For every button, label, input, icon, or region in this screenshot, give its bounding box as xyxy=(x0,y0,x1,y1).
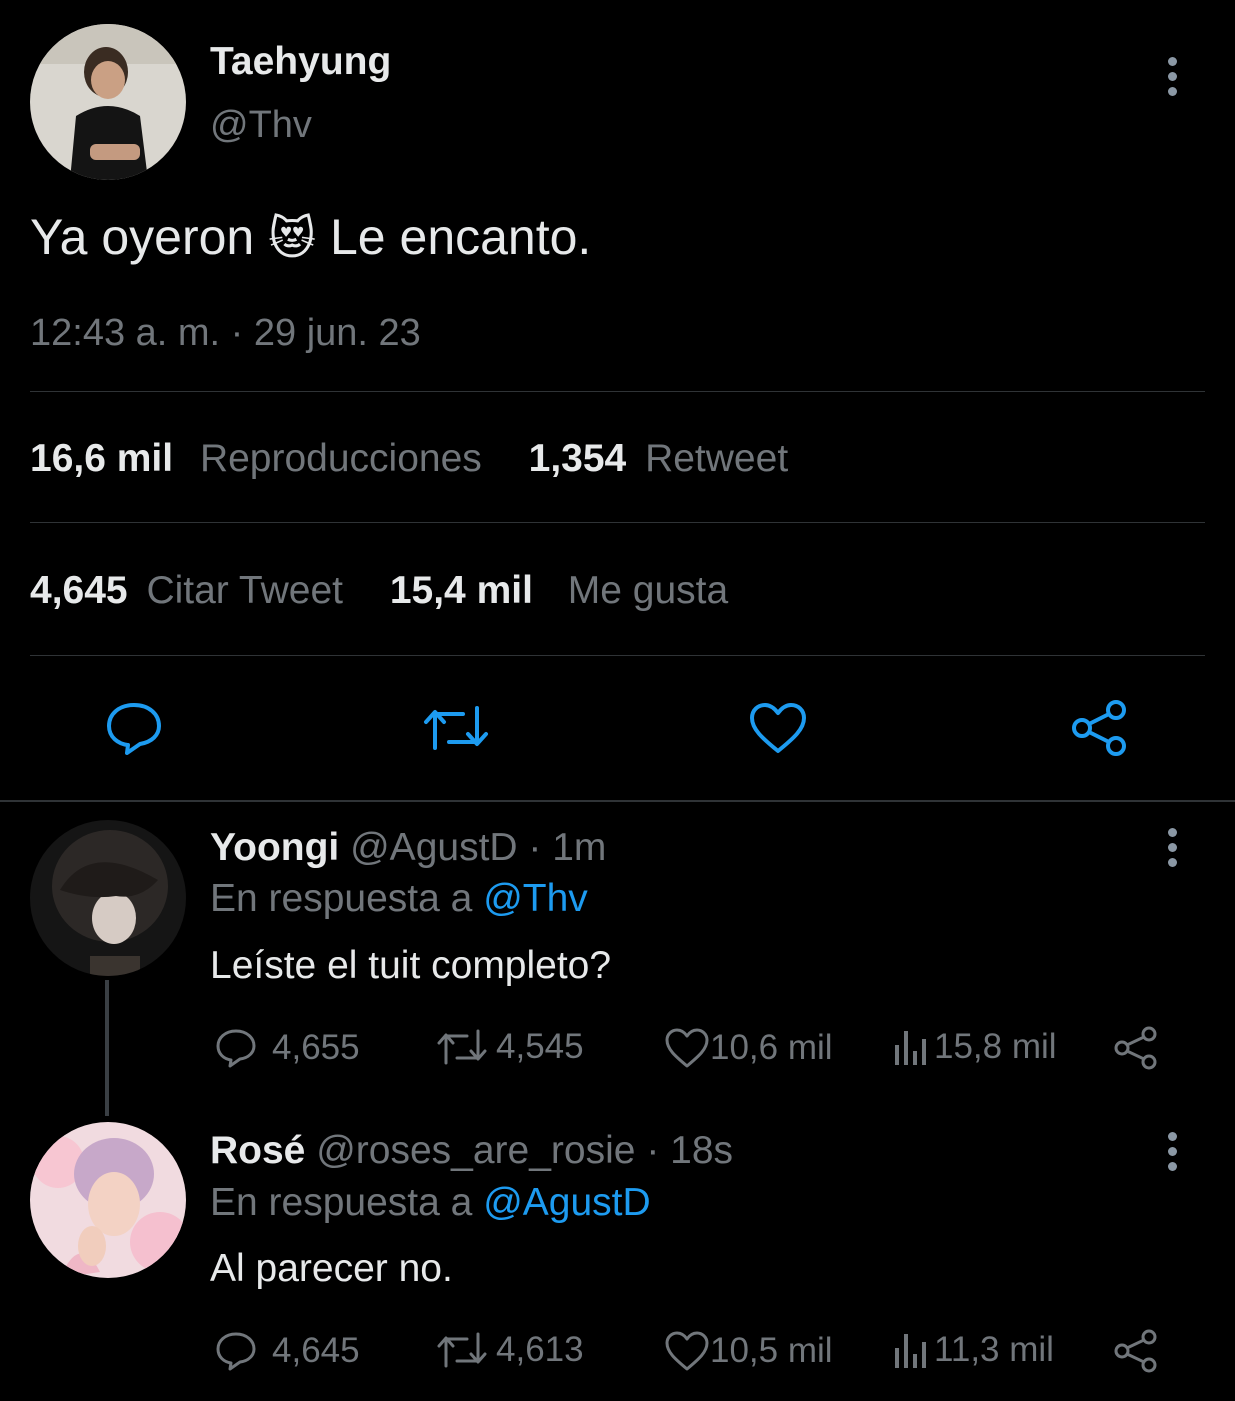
likes-stat[interactable]: 15,4 mil Me gusta xyxy=(390,569,728,612)
reply-icon xyxy=(216,1029,256,1068)
reply-action-retweet[interactable]: 4,613 xyxy=(436,1330,584,1370)
like-icon[interactable] xyxy=(748,701,808,755)
reply-text: Leíste el tuit completo? xyxy=(210,944,612,987)
stats-row-quotes-likes: 4,645 Citar Tweet 15,4 mil Me gusta xyxy=(30,569,728,613)
reply-count: 4,645 xyxy=(272,1331,360,1370)
reply-time[interactable]: · 1m xyxy=(528,826,606,869)
likes-count: 15,4 mil xyxy=(389,569,533,612)
reply-action-views[interactable]: 15,8 mil xyxy=(892,1027,1057,1067)
retweet-icon[interactable] xyxy=(423,702,489,754)
like-icon xyxy=(665,1331,709,1371)
reply-count: 4,655 xyxy=(272,1028,360,1067)
views-icon xyxy=(895,1031,926,1065)
view-count: 15,8 mil xyxy=(934,1027,1057,1066)
more-options-icon[interactable] xyxy=(1166,57,1178,102)
reply-author-handle[interactable]: @AgustD xyxy=(350,826,517,869)
author-avatar[interactable] xyxy=(30,24,186,180)
retweets-count: 1,354 xyxy=(528,437,627,480)
tweet-text-after: Le encanto. xyxy=(330,209,592,265)
heart-eyes-cat-emoji: 😻 xyxy=(268,212,317,264)
in-reply-prefix: En respuesta a xyxy=(210,877,473,920)
views-count: 16,6 mil xyxy=(30,437,174,480)
quotes-stat[interactable]: 4,645 Citar Tweet xyxy=(30,569,354,612)
reply-action-retweet[interactable]: 4,545 xyxy=(436,1027,584,1067)
retweet-icon xyxy=(437,1029,487,1065)
more-options-icon[interactable] xyxy=(1166,828,1178,873)
in-reply-handle[interactable]: @Thv xyxy=(483,877,588,920)
tweet-timestamp[interactable]: 12:43 a. m. · 29 jun. 23 xyxy=(30,312,421,355)
stats-row-views-retweets: 16,6 mil Reproducciones 1,354 Retweet xyxy=(30,437,788,481)
reply-action-reply[interactable]: 4,655 xyxy=(214,1027,360,1069)
reply-icon xyxy=(216,1332,256,1371)
reply-avatar-yoongi[interactable] xyxy=(30,820,186,976)
in-reply-prefix: En respuesta a xyxy=(210,1181,473,1224)
in-reply-to: En respuesta a @Thv xyxy=(210,877,588,921)
in-reply-handle[interactable]: @AgustD xyxy=(483,1181,650,1224)
share-icon[interactable] xyxy=(1112,1327,1160,1375)
reply-author-name[interactable]: Yoongi xyxy=(210,826,339,869)
author-handle[interactable]: @Thv xyxy=(210,104,312,147)
reply-action-like[interactable]: 10,5 mil xyxy=(664,1330,833,1372)
tweet-text: Ya oyeron 😻 Le encanto. xyxy=(30,208,591,266)
views-label: Reproducciones xyxy=(199,437,482,480)
share-icon[interactable] xyxy=(1070,698,1130,758)
view-count: 11,3 mil xyxy=(934,1330,1054,1369)
reply-action-reply[interactable]: 4,645 xyxy=(214,1330,360,1372)
reply-icon[interactable] xyxy=(104,700,164,756)
reply-author-handle[interactable]: @roses_are_rosie xyxy=(316,1129,635,1172)
more-options-icon[interactable] xyxy=(1166,1132,1178,1177)
in-reply-to: En respuesta a @AgustD xyxy=(210,1181,651,1225)
share-icon[interactable] xyxy=(1112,1024,1160,1072)
thread-line xyxy=(105,980,109,1116)
reply-action-like[interactable]: 10,6 mil xyxy=(664,1027,833,1069)
reply-action-views[interactable]: 11,3 mil xyxy=(892,1330,1054,1370)
retweets-label: Retweet xyxy=(645,437,789,480)
like-icon xyxy=(665,1028,709,1068)
divider xyxy=(30,391,1205,392)
reply-text: Al parecer no. xyxy=(210,1247,453,1290)
reply-author-name[interactable]: Rosé xyxy=(210,1129,305,1172)
divider xyxy=(30,522,1205,523)
quotes-label: Citar Tweet xyxy=(146,569,343,612)
retweets-stat[interactable]: 1,354 Retweet xyxy=(529,437,789,480)
tweet-text-before: Ya oyeron xyxy=(30,209,255,265)
section-divider xyxy=(0,800,1235,802)
author-name[interactable]: Taehyung xyxy=(210,40,391,84)
reply-header: Rosé @roses_are_rosie · 18s xyxy=(210,1129,733,1173)
reply-time[interactable]: · 18s xyxy=(646,1129,733,1172)
quotes-count: 4,645 xyxy=(30,569,128,612)
reply-avatar-rose[interactable] xyxy=(30,1122,186,1278)
retweet-count: 4,545 xyxy=(496,1027,584,1066)
like-count: 10,6 mil xyxy=(710,1028,833,1067)
likes-label: Me gusta xyxy=(567,569,729,612)
views-icon xyxy=(895,1334,926,1368)
reply-header: Yoongi @AgustD · 1m xyxy=(210,826,606,870)
divider xyxy=(30,655,1205,656)
views-stat[interactable]: 16,6 mil Reproducciones xyxy=(30,437,493,480)
retweet-count: 4,613 xyxy=(496,1330,584,1369)
retweet-icon xyxy=(437,1332,487,1368)
like-count: 10,5 mil xyxy=(710,1331,833,1370)
